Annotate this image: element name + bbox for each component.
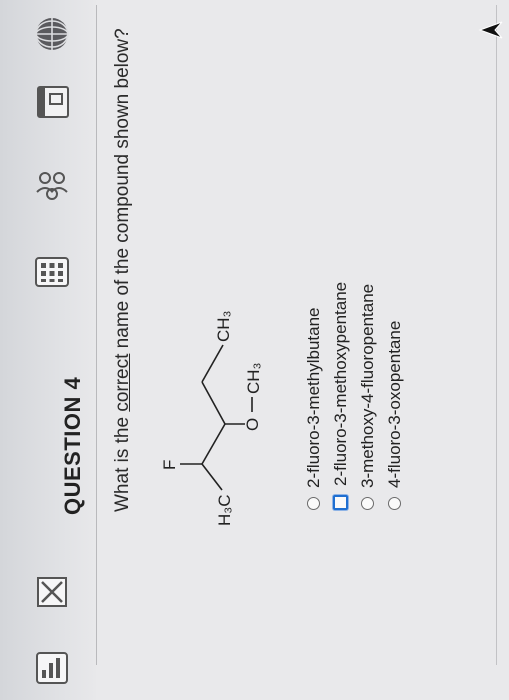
molecule-structure: H₃C F O CH₃ CH₃	[160, 311, 263, 526]
answer-label: 2-fluoro-3-methoxypentane	[330, 281, 350, 486]
question-title: QUESTION 4	[60, 376, 85, 515]
answer-label: 2-fluoro-3-methylbutane	[303, 307, 323, 488]
label-right-methyl: CH₃	[214, 311, 233, 342]
label-fluorine: F	[160, 460, 179, 470]
molecule-bonds	[180, 344, 253, 491]
label-left-methyl: H₃C	[215, 495, 234, 526]
question-panel: QUESTION 4 What is the correct name of t…	[0, 0, 509, 700]
answer-option[interactable]: 4-fluoro-3-oxopentane	[381, 282, 408, 510]
label-methoxy-methyl: CH₃	[244, 363, 263, 394]
radio-button[interactable]	[388, 497, 401, 510]
divider	[496, 5, 497, 665]
answer-option[interactable]: 3-methoxy-4-fluoropentane	[354, 282, 381, 510]
answer-option[interactable]: 2-fluoro-3-methoxypentane	[327, 282, 354, 510]
label-oxygen: O	[243, 418, 262, 431]
answer-list: 2-fluoro-3-methylbutane 2-fluoro-3-metho…	[300, 282, 408, 510]
answer-label: 3-methoxy-4-fluoropentane	[357, 283, 377, 488]
divider	[96, 5, 97, 665]
radio-button[interactable]	[361, 497, 374, 510]
answer-option[interactable]: 2-fluoro-3-methylbutane	[300, 282, 327, 510]
mouse-cursor-icon	[478, 21, 503, 39]
radio-button[interactable]	[307, 497, 320, 510]
radio-button-focused[interactable]	[333, 495, 348, 510]
answer-label: 4-fluoro-3-oxopentane	[384, 320, 404, 488]
